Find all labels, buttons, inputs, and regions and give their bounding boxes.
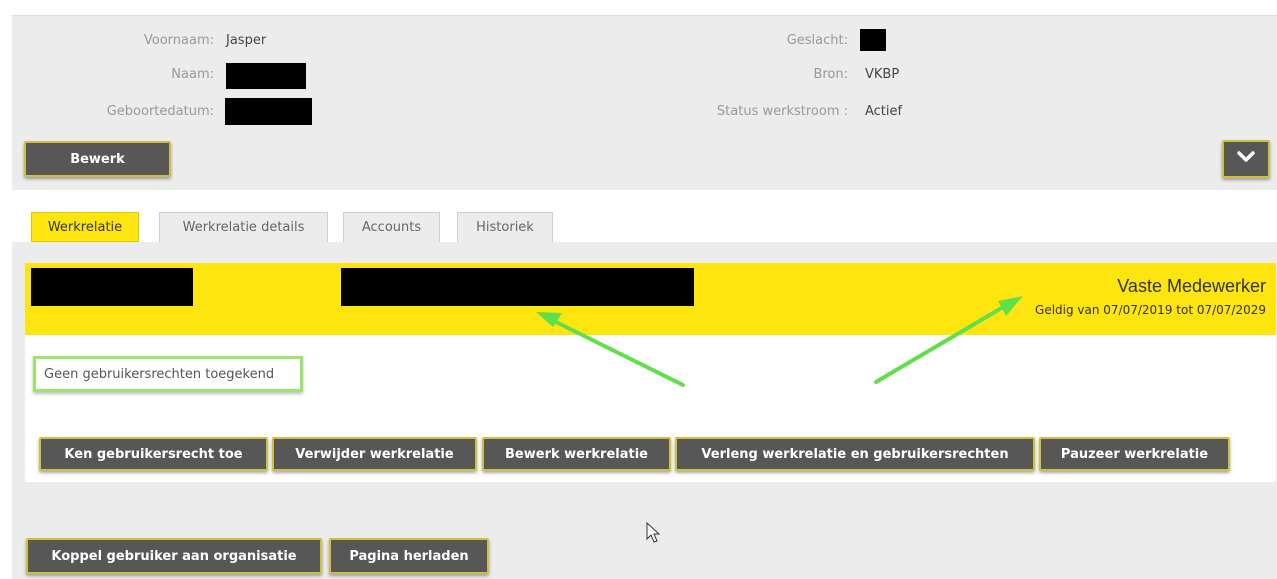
werkrelatie-validity: Geldig van 07/07/2019 tot 07/07/2029: [1035, 303, 1266, 317]
organisation-redacted: [31, 268, 193, 306]
profile-panel: Voornaam: Jasper Naam: Geboortedatum: Ge…: [12, 15, 1277, 190]
bron-value: VKBP: [865, 67, 900, 82]
tab-werkrelatie-details[interactable]: Werkrelatie details: [159, 212, 328, 242]
chevron-down-icon: [1237, 151, 1255, 167]
verleng-werkrelatie-button[interactable]: Verleng werkrelatie en gebruikersrechten: [675, 437, 1035, 471]
bewerk-werkrelatie-button[interactable]: Bewerk werkrelatie: [482, 437, 671, 471]
ken-gebruikersrecht-toe-button[interactable]: Ken gebruikersrecht toe: [39, 437, 268, 471]
voornaam-value: Jasper: [226, 33, 267, 48]
status-werkstroom-value: Actief: [865, 104, 903, 119]
werkrelatie-panel: Vaste Medewerker Geldig van 07/07/2019 t…: [12, 242, 1277, 579]
geslacht-redacted: [860, 29, 886, 51]
voornaam-label: Voornaam:: [143, 33, 214, 48]
werkrelatie-card: Vaste Medewerker Geldig van 07/07/2019 t…: [25, 263, 1276, 482]
expand-button[interactable]: [1222, 140, 1270, 178]
naam-label: Naam:: [171, 67, 214, 82]
pagina-herladen-button[interactable]: Pagina herladen: [329, 538, 489, 574]
function-redacted: [341, 268, 694, 306]
status-werkstroom-label: Status werkstroom :: [716, 104, 848, 119]
geslacht-label: Geslacht:: [786, 33, 848, 48]
koppel-gebruiker-button[interactable]: Koppel gebruiker aan organisatie: [26, 538, 322, 574]
rights-status-box: Geen gebruikersrechten toegekend: [33, 356, 303, 392]
pauzeer-werkrelatie-button[interactable]: Pauzeer werkrelatie: [1039, 437, 1230, 471]
naam-redacted: [226, 63, 306, 89]
mouse-cursor-icon: [646, 522, 660, 543]
rights-status-text: Geen gebruikersrechten toegekend: [44, 366, 275, 382]
verwijder-werkrelatie-button[interactable]: Verwijder werkrelatie: [272, 437, 477, 471]
werkrelatie-header: Vaste Medewerker Geldig van 07/07/2019 t…: [25, 263, 1276, 335]
tab-werkrelatie[interactable]: Werkrelatie: [31, 212, 139, 242]
tab-historiek[interactable]: Historiek: [457, 212, 553, 242]
geboortedatum-redacted: [225, 98, 312, 125]
geboortedatum-label: Geboortedatum:: [106, 104, 214, 119]
tab-historiek-label: Historiek: [476, 220, 534, 235]
werkrelatie-type: Vaste Medewerker: [1117, 276, 1266, 296]
tab-werkrelatie-label: Werkrelatie: [47, 219, 123, 235]
tab-accounts[interactable]: Accounts: [343, 212, 440, 242]
tab-werkrelatie-details-label: Werkrelatie details: [182, 220, 305, 235]
bron-label: Bron:: [813, 67, 848, 82]
bewerk-button[interactable]: Bewerk: [24, 141, 171, 177]
tab-accounts-label: Accounts: [361, 220, 422, 235]
